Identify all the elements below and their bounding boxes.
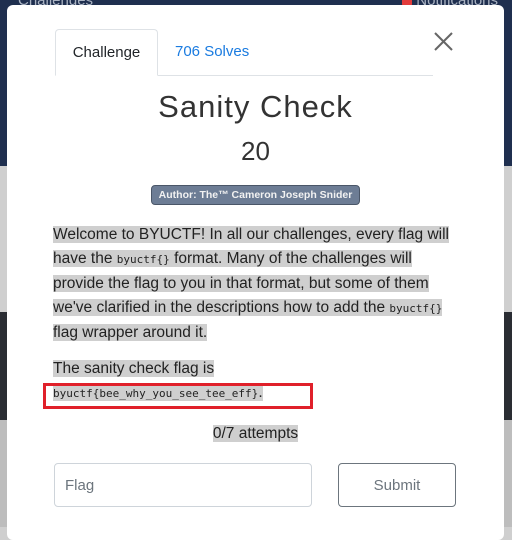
flag-intro-text: The sanity check flag is — [53, 360, 215, 377]
description-paragraph-1: Welcome to BYUCTF! In all our challenges… — [53, 223, 463, 345]
challenge-description: Welcome to BYUCTF! In all our challenges… — [53, 223, 463, 406]
description-text: flag wrapper around it. — [53, 324, 208, 341]
flag-highlight-box — [43, 383, 313, 409]
author-badge: Author: The™ Cameron Joseph Snider — [150, 185, 361, 205]
challenge-modal: Challenge 706 Solves Sanity Check 20 Aut… — [7, 5, 504, 540]
tab-challenge[interactable]: Challenge — [55, 29, 158, 76]
submit-button[interactable]: Submit — [338, 463, 456, 507]
tab-solves[interactable]: 706 Solves — [175, 29, 249, 75]
challenge-title: Sanity Check — [158, 89, 353, 124]
code-snippet: byuctf{} — [116, 253, 170, 266]
close-icon[interactable] — [431, 29, 457, 55]
attempts-counter: 0/7 attempts — [7, 425, 504, 443]
challenge-points: 20 — [241, 136, 270, 166]
modal-tabs: Challenge 706 Solves — [55, 29, 433, 76]
attempts-text: 0/7 attempts — [212, 425, 299, 442]
code-snippet: byuctf{} — [389, 302, 443, 315]
flag-input[interactable] — [54, 463, 312, 507]
author-badge-wrapper: Author: The™ Cameron Joseph Snider — [7, 185, 504, 205]
